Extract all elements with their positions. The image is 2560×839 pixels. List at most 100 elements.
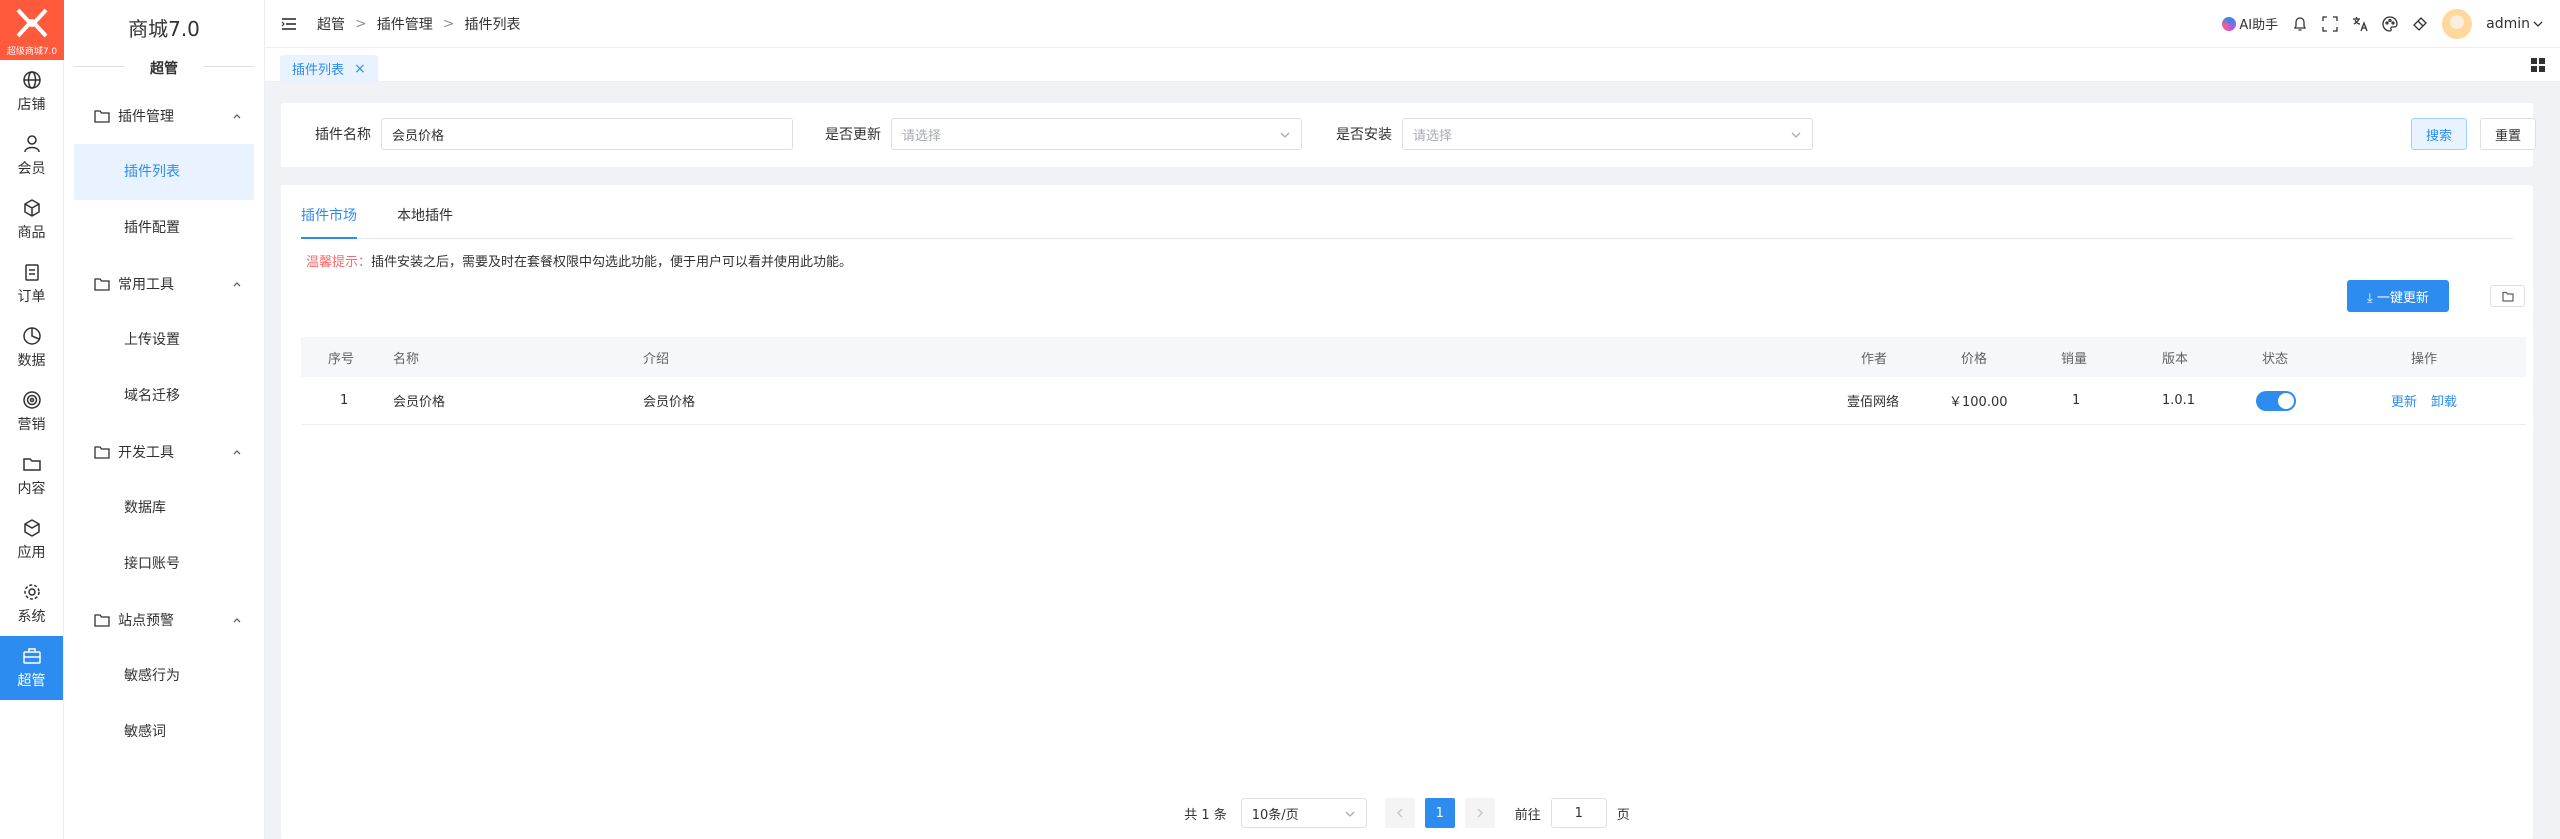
folder-icon: [94, 278, 110, 291]
brand-logo[interactable]: 超级商城7.0: [0, 0, 64, 60]
ai-icon: [2222, 16, 2237, 31]
next-page-button[interactable]: [1464, 798, 1495, 828]
rail-item-content[interactable]: 内容: [0, 444, 63, 508]
breadcrumb-separator: >: [355, 15, 367, 32]
sidebar-item-sensitive-words[interactable]: 敏感词: [74, 704, 254, 760]
sidebar-group-plugin[interactable]: 插件管理: [64, 88, 264, 144]
col-sales: 销量: [2061, 351, 2088, 367]
rail-item-superadmin[interactable]: 超管: [0, 636, 63, 700]
tip-text: 插件安装之后，需要及时在套餐权限中勾选此功能，便于用户可以看并使用此功能。: [371, 255, 853, 270]
row-version: 1.0.1: [2162, 393, 2196, 408]
clipboard-icon: [24, 264, 39, 281]
breadcrumb-item[interactable]: 插件管理: [377, 14, 433, 34]
rail-item-goods[interactable]: 商品: [0, 188, 63, 252]
is-install-select[interactable]: 请选择: [1402, 118, 1813, 150]
rail-label: 订单: [17, 289, 46, 305]
fullscreen-icon[interactable]: [2322, 15, 2338, 32]
sidebar-item-api-accounts[interactable]: 接口账号: [74, 536, 254, 592]
chevron-left-icon: [1396, 808, 1403, 818]
row-sales: 1: [2072, 393, 2081, 408]
col-intro: 介绍: [643, 351, 670, 367]
rail-item-system[interactable]: 系统: [0, 572, 63, 636]
update-all-button[interactable]: ⤓ 一键更新: [2347, 280, 2449, 312]
open-folder-button[interactable]: [2490, 285, 2525, 307]
is-update-field: 是否更新 请选择: [825, 118, 1302, 150]
prev-page-button[interactable]: [1384, 798, 1415, 828]
sidebar-group-alert[interactable]: 站点预警: [64, 592, 264, 648]
rail-item-data[interactable]: 数据: [0, 316, 63, 380]
user-menu[interactable]: admin: [2486, 16, 2544, 32]
col-index: 序号: [328, 351, 355, 367]
rail-label: 店铺: [17, 97, 46, 113]
logo-mark-icon: [16, 8, 48, 38]
status-switch[interactable]: [2256, 390, 2296, 411]
module-rail: 超级商城7.0 店铺 会员 商品 订单 数据 营销 内容 应用 系统 超管: [0, 0, 64, 839]
ai-assistant-button[interactable]: AI助手: [2222, 14, 2278, 33]
rail-item-order[interactable]: 订单: [0, 252, 63, 316]
col-price: 价格: [1961, 351, 1988, 367]
uninstall-link[interactable]: 卸载: [2431, 391, 2457, 410]
install-tip: 温馨提示：插件安装之后，需要及时在套餐权限中勾选此功能，便于用户可以看并使用此功…: [306, 251, 852, 270]
rail-item-shop[interactable]: 店铺: [0, 60, 63, 124]
clear-cache-icon[interactable]: [2412, 16, 2428, 32]
goto-label: 前往: [1514, 807, 1541, 823]
tab-local-plugins[interactable]: 本地插件: [397, 203, 453, 239]
page-tab-label: 插件列表: [292, 63, 345, 78]
update-link[interactable]: 更新: [2391, 391, 2417, 410]
plugin-name-field: 插件名称 会员价格: [315, 118, 793, 150]
briefcase-icon: [22, 648, 41, 664]
tip-label: 温馨提示：: [306, 255, 372, 270]
row-price: ￥100.00: [1949, 395, 2008, 410]
page-jumper: 前往 1 页: [1515, 798, 1630, 828]
group-label: 站点预警: [118, 613, 174, 629]
sidebar-item-plugin-config[interactable]: 插件配置: [74, 200, 254, 256]
bell-icon[interactable]: [2292, 16, 2308, 32]
sidebar-group-dev[interactable]: 开发工具: [64, 424, 264, 480]
translate-icon[interactable]: [2352, 16, 2368, 32]
chevron-right-icon: [1477, 808, 1483, 818]
rail-item-apps[interactable]: 应用: [0, 508, 63, 572]
sidebar-item-sensitive-behavior[interactable]: 敏感行为: [74, 648, 254, 704]
folder-icon: [94, 614, 110, 627]
group-label: 插件管理: [118, 109, 174, 125]
chevron-down-icon: [1280, 132, 1290, 138]
sidebar-item-plugin-list[interactable]: 插件列表: [74, 144, 254, 200]
user-icon: [23, 135, 40, 153]
page-size-select[interactable]: 10条/页: [1240, 798, 1367, 828]
chevron-up-icon: [233, 282, 241, 287]
plugin-name-input[interactable]: 会员价格: [381, 118, 793, 150]
page-unit-label: 页: [1616, 807, 1630, 823]
goto-page-input[interactable]: 1: [1550, 798, 1607, 828]
page-number-button[interactable]: 1: [1424, 798, 1455, 828]
page-tabs-bar: 插件列表 ×: [265, 48, 2560, 82]
sidebar-group-tools[interactable]: 常用工具: [64, 256, 264, 312]
tab-plugin-market[interactable]: 插件市场: [301, 203, 357, 239]
row-index: 1: [340, 393, 349, 408]
plugin-name-label: 插件名称: [315, 127, 371, 143]
col-name: 名称: [393, 351, 420, 367]
table-header: 序号 名称 介绍 作者 价格 销量 版本 状态 操作: [301, 337, 2526, 377]
breadcrumb-item[interactable]: 超管: [317, 14, 345, 34]
search-button[interactable]: 搜索: [2411, 118, 2467, 150]
close-icon[interactable]: ×: [354, 61, 366, 77]
reset-button[interactable]: 重置: [2480, 118, 2536, 150]
page-tab-plugin-list[interactable]: 插件列表 ×: [280, 55, 378, 82]
row-intro: 会员价格: [643, 395, 696, 410]
cube-icon: [23, 199, 40, 217]
is-update-select[interactable]: 请选择: [891, 118, 1302, 150]
sidebar-item-database[interactable]: 数据库: [74, 480, 254, 536]
grid-icon[interactable]: [2530, 57, 2546, 73]
rail-item-marketing[interactable]: 营销: [0, 380, 63, 444]
select-placeholder: 请选择: [1413, 128, 1453, 144]
rail-item-member[interactable]: 会员: [0, 124, 63, 188]
rail-label: 应用: [17, 545, 46, 561]
avatar[interactable]: [2442, 8, 2473, 39]
sidebar-item-domain-migrate[interactable]: 域名迁移: [74, 368, 254, 424]
col-status: 状态: [2262, 351, 2289, 367]
menu-toggle-icon[interactable]: [281, 17, 297, 31]
col-version: 版本: [2162, 351, 2189, 367]
palette-icon[interactable]: [2382, 15, 2398, 32]
sidebar-item-upload-settings[interactable]: 上传设置: [74, 312, 254, 368]
select-placeholder: 请选择: [902, 128, 942, 144]
target-icon: [22, 391, 41, 409]
